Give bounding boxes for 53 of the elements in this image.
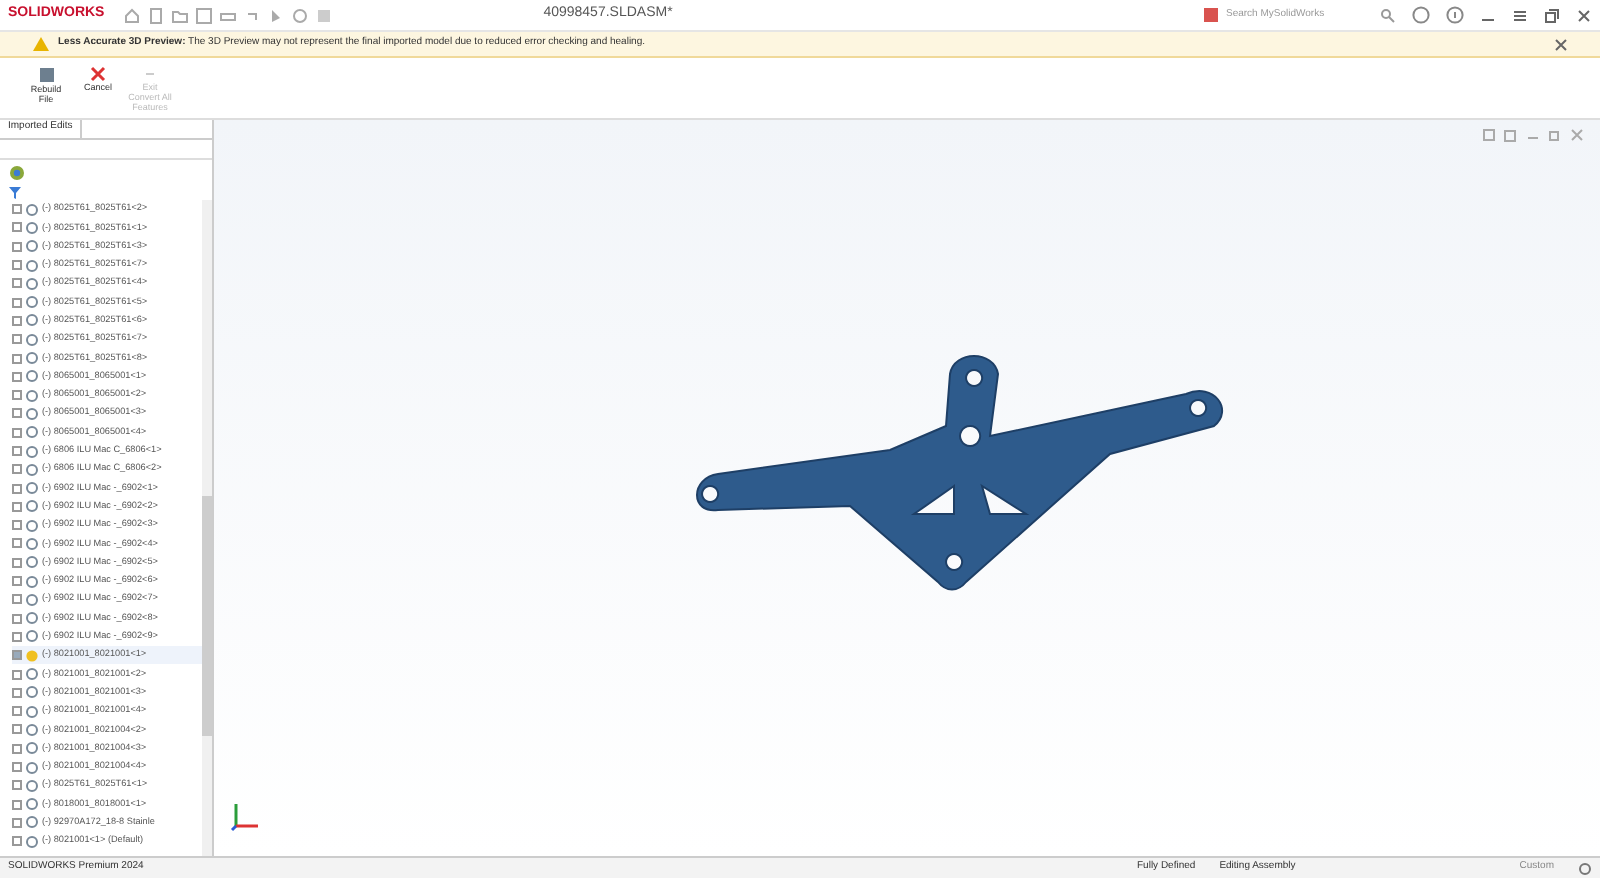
axis-triad-icon — [230, 800, 262, 832]
checkbox[interactable] — [12, 538, 22, 549]
checkbox[interactable] — [12, 446, 22, 456]
help-icon[interactable] — [1446, 6, 1464, 24]
checkbox[interactable] — [12, 241, 22, 252]
checkbox[interactable] — [12, 520, 22, 531]
checkbox[interactable] — [12, 501, 22, 512]
checkbox[interactable] — [12, 799, 22, 810]
checkbox[interactable] — [12, 576, 22, 587]
checkbox[interactable] — [12, 260, 22, 271]
checkbox[interactable] — [12, 334, 22, 345]
checkbox[interactable] — [12, 353, 22, 364]
checkbox[interactable] — [12, 650, 22, 661]
print-icon[interactable] — [220, 7, 236, 23]
search-icon[interactable] — [1380, 7, 1396, 23]
filter-icon[interactable] — [8, 185, 22, 199]
checkbox[interactable] — [12, 780, 22, 791]
close-icon[interactable] — [1554, 37, 1568, 51]
checkbox[interactable] — [12, 762, 22, 773]
menu-icon[interactable] — [1512, 7, 1528, 23]
checkbox[interactable] — [12, 408, 22, 419]
checkbox[interactable] — [12, 706, 22, 717]
checkbox[interactable] — [12, 315, 22, 326]
checkbox[interactable] — [12, 836, 22, 847]
warning-icon — [32, 36, 50, 52]
assembly-icon[interactable] — [8, 163, 26, 181]
checkbox[interactable] — [12, 817, 22, 828]
checkbox[interactable] — [12, 557, 22, 568]
new-document-icon[interactable] — [148, 7, 164, 23]
restore-icon[interactable] — [1544, 7, 1560, 23]
checkbox[interactable] — [12, 631, 22, 642]
checkbox[interactable] — [12, 297, 22, 308]
scrollbar[interactable] — [202, 200, 212, 856]
checkbox[interactable] — [12, 483, 22, 494]
checkbox[interactable] — [12, 427, 22, 438]
checkbox[interactable] — [12, 371, 22, 382]
close-icon[interactable] — [1576, 7, 1592, 23]
checkbox[interactable] — [12, 464, 22, 475]
checkbox[interactable] — [12, 724, 22, 735]
search-logo-icon — [1204, 8, 1218, 22]
save-icon[interactable] — [196, 7, 212, 23]
open-folder-icon[interactable] — [172, 7, 188, 23]
checkbox[interactable] — [12, 204, 22, 215]
checkbox[interactable] — [12, 390, 22, 401]
home-icon[interactable] — [124, 7, 140, 23]
checkbox[interactable] — [12, 613, 22, 624]
checkbox[interactable] — [12, 669, 22, 680]
cancel-icon — [90, 66, 106, 82]
checkbox[interactable] — [12, 687, 22, 698]
checkbox[interactable] — [12, 743, 22, 754]
checkbox[interactable] — [12, 222, 22, 233]
checkbox[interactable] — [12, 278, 22, 289]
checkbox[interactable] — [12, 594, 22, 605]
